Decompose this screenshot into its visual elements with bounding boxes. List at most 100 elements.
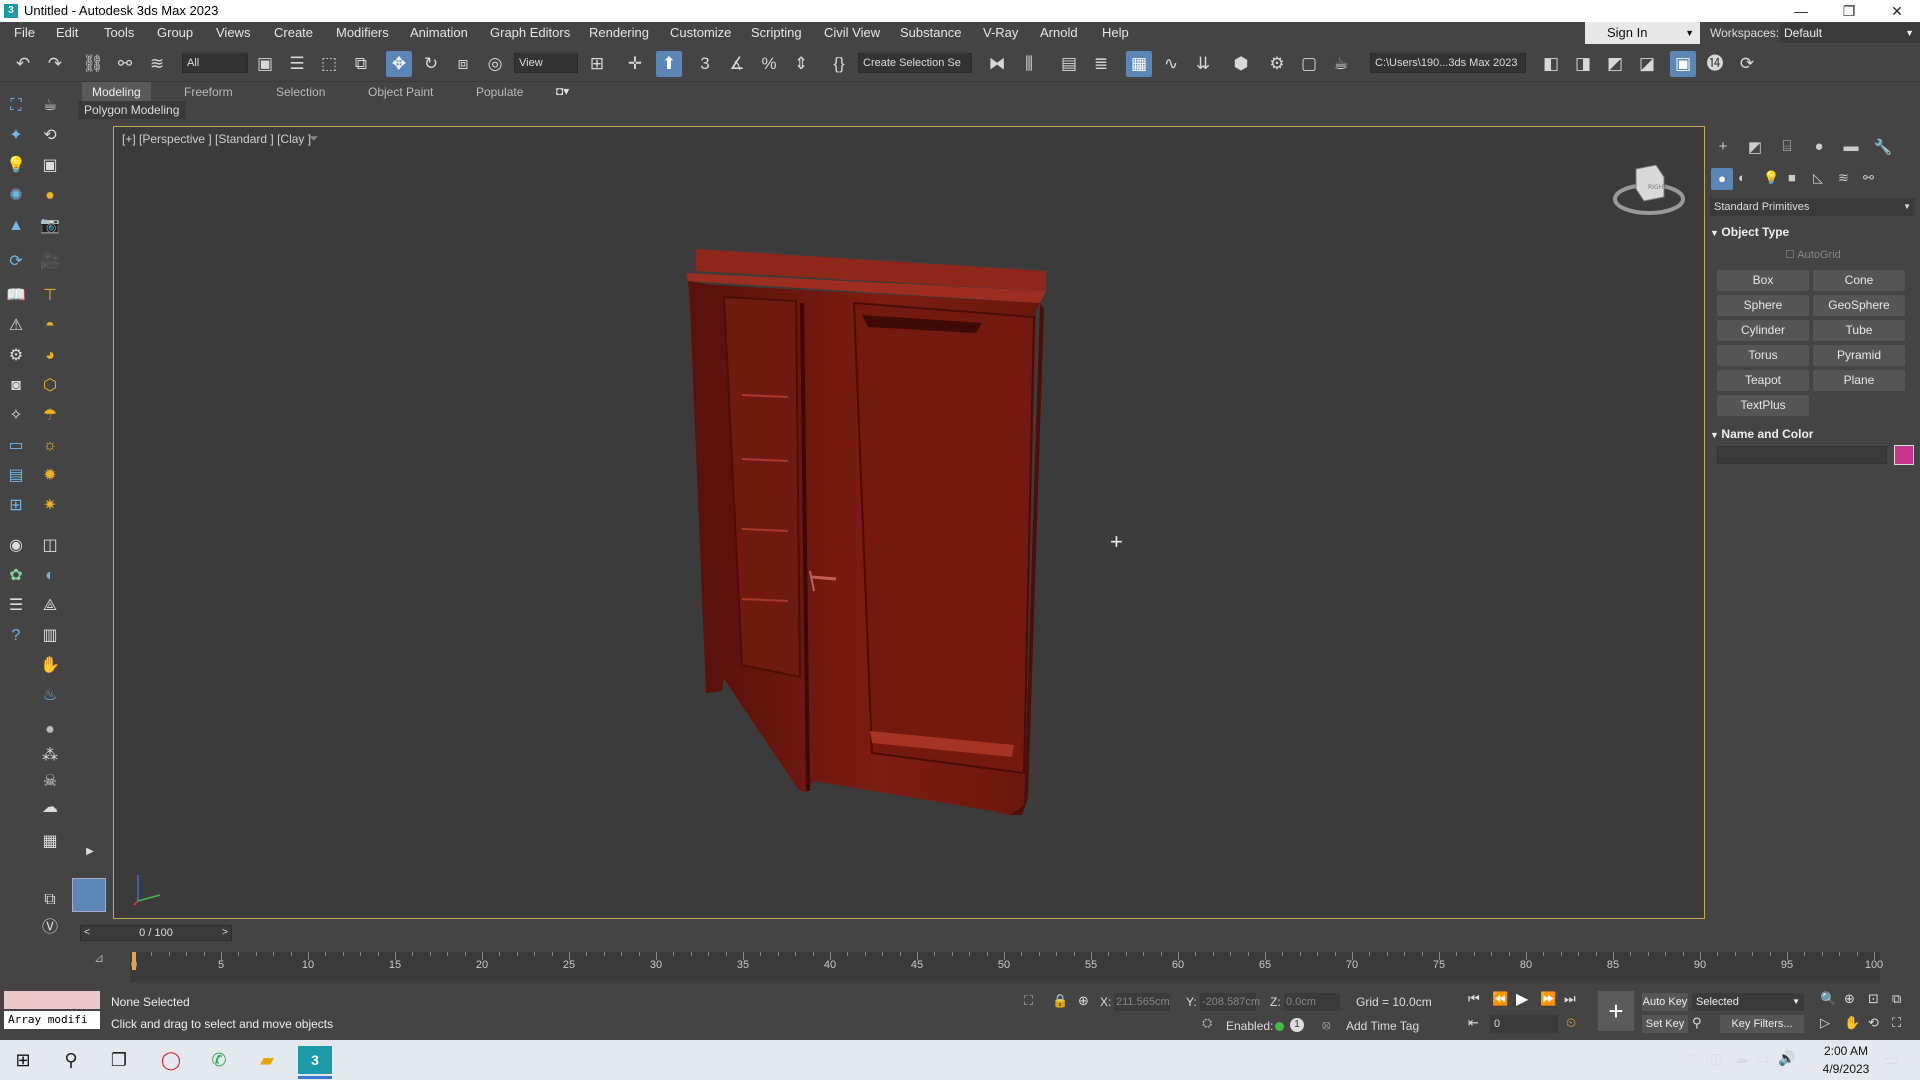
edit-named-selection-icon[interactable]: {} [826,51,852,77]
chat-icon[interactable]: ☁ [38,796,62,820]
menu-views[interactable]: Views [216,25,250,40]
utilities-tab-icon[interactable]: 🔧 [1871,138,1895,158]
sphere-material-icon[interactable]: ● [38,718,62,742]
dome-light-icon[interactable]: ◓ [38,314,62,338]
manipulate-icon[interactable]: ✛ [622,51,648,77]
scatter-icon[interactable]: ✦ [4,124,28,148]
selection-lock-icon[interactable]: 🔒 [1052,993,1068,1009]
tab-selection[interactable]: Selection [266,82,335,102]
ambient-light-icon[interactable]: ☼ [38,434,62,458]
key-mode-dropdown[interactable]: Selected ▼ [1692,993,1804,1011]
windows-start-icon[interactable]: ⊞ [6,1046,40,1074]
menu-arnold[interactable]: Arnold [1040,25,1078,40]
whatsapp-icon[interactable]: ✆ [202,1046,236,1074]
curve-editor-icon[interactable]: ∿ [1158,51,1184,77]
zoom-all-icon[interactable]: ⊕ [1844,991,1855,1007]
cameras-icon[interactable]: ■ [1788,170,1796,185]
box-tool-icon[interactable]: ▣ [38,154,62,178]
tab-freeform[interactable]: Freeform [174,82,243,102]
warning-icon[interactable]: ⚠ [4,314,28,338]
menu-civil-view[interactable]: Civil View [824,25,880,40]
angle-snap-icon[interactable]: ∡ [724,51,750,77]
fire-icon[interactable]: ♨ [38,684,62,708]
pyramid-button[interactable]: Pyramid [1813,345,1905,366]
add-time-tag[interactable]: Add Time Tag [1346,1019,1419,1033]
fur-icon[interactable]: ✧ [4,404,28,428]
bind-space-warp-icon[interactable]: ≋ [144,51,170,77]
video-camera-icon[interactable]: 🎥 [38,250,62,274]
material-editor-icon[interactable]: ⬢ [1228,51,1254,77]
info-icon[interactable]: 1 [1290,1018,1304,1032]
onedrive-icon[interactable]: ☁ [1734,1050,1748,1067]
rollout-object-type[interactable]: ▼ Object Type [1710,222,1789,242]
time-configuration-icon[interactable]: ⏲ [1566,1015,1576,1031]
next-key-icon[interactable]: ⏩ [1540,991,1556,1007]
adaptive-degradation-icon[interactable]: ⛭ [1202,1015,1212,1031]
filter-icon[interactable]: ⏷ [309,131,319,146]
material-icon[interactable]: ● [38,184,62,208]
menu-vray[interactable]: V-Ray [983,25,1018,40]
x-coordinate-field[interactable]: 211.565cm [1114,993,1170,1011]
maxscript-mini-listener-pink[interactable] [4,991,100,1009]
vray-tool-2-icon[interactable]: ◨ [1570,51,1596,77]
notifications-icon[interactable]: ▭ [1884,1050,1899,1070]
viewport-label[interactable]: [+] [Perspective ] [Standard ] [Clay ] [122,132,311,146]
pan-icon[interactable]: ✋ [1844,1015,1860,1031]
search-icon[interactable]: ⚲ [54,1046,88,1074]
set-key-button[interactable]: Set Key [1642,1015,1688,1033]
align-icon[interactable]: ⫼ [1016,51,1042,77]
key-filters-button[interactable]: Key Filters... [1720,1015,1804,1033]
texture-icon[interactable]: ▥ [38,624,62,648]
mini-curve-editor-icon[interactable]: ⊿ [94,951,104,965]
menu-group[interactable]: Group [157,25,193,40]
pivot-center-icon[interactable]: ⊞ [584,51,610,77]
torus-button[interactable]: Torus [1717,345,1809,366]
3ds-max-taskbar-icon[interactable]: 3 [298,1046,332,1074]
textplus-button[interactable]: TextPlus [1717,395,1809,416]
expand-icon[interactable]: ▶ [78,840,102,864]
z-coordinate-field[interactable]: 0.0cm [1284,993,1340,1011]
cone-button[interactable]: Cone [1813,270,1905,291]
file-explorer-icon[interactable]: ▰ [250,1046,284,1074]
menu-customize[interactable]: Customize [670,25,731,40]
viewport-perspective[interactable]: [+] [Perspective ] [Standard ] [Clay ] ⏷… [113,126,1705,919]
menu-file[interactable]: File [14,25,35,40]
globe-icon[interactable]: ◐ [38,564,62,588]
auto-key-button[interactable]: Auto Key [1642,993,1688,1011]
restore-button[interactable]: ❐ [1826,0,1872,22]
network-icon[interactable]: ▭ [1756,1050,1769,1067]
zoom-icon[interactable]: 🔍 [1820,991,1836,1007]
shapes-icon[interactable]: ◐ [1738,170,1746,185]
gear-icon[interactable]: ⚙ [4,344,28,368]
motion-tab-icon[interactable]: ● [1807,138,1831,158]
plane-tool-icon[interactable]: ▭ [4,434,28,458]
box-button[interactable]: Box [1717,270,1809,291]
zoom-extents-icon[interactable]: ⊡ [1868,991,1879,1007]
layout-icon[interactable]: ⧉ [38,888,62,912]
sphere-button[interactable]: Sphere [1717,295,1809,316]
rollout-name-and-color[interactable]: ▼ Name and Color [1710,424,1813,444]
list-icon[interactable]: ☰ [4,594,28,618]
pet-icon[interactable]: ✿ [4,564,28,588]
camera-icon[interactable]: 📷 [38,214,62,238]
menu-create[interactable]: Create [274,25,313,40]
clock-time[interactable]: 2:00 AM [1816,1044,1876,1058]
frame-icon[interactable]: ⟁ [38,594,62,618]
opera-icon[interactable]: ◯ [154,1046,188,1074]
ies-light-icon[interactable]: ☂ [38,404,62,428]
track-bar[interactable]: 0510152025303540455055606570758085909510… [130,952,1883,982]
key-filter-icon[interactable]: ⚲ [1692,1015,1702,1031]
set-keys-icon[interactable]: + [1598,991,1634,1031]
sky-icon[interactable]: ✷ [38,494,62,518]
cylinder-button[interactable]: Cylinder [1717,320,1809,341]
y-coordinate-field[interactable]: -208.587cm [1200,993,1260,1011]
menu-scripting[interactable]: Scripting [751,25,802,40]
field-of-view-icon[interactable]: ▷ [1820,1015,1830,1031]
isolate-selection-icon[interactable]: ⛶ [1024,993,1033,1009]
tab-object-paint[interactable]: Object Paint [358,82,443,102]
mirror-icon[interactable]: ⧓ [984,51,1010,77]
hierarchy-tab-icon[interactable]: ⌸ [1775,138,1799,158]
book-icon[interactable]: 📖 [4,284,28,308]
menu-edit[interactable]: Edit [56,25,78,40]
key-mode-icon[interactable]: ⇤ [1468,1015,1479,1031]
